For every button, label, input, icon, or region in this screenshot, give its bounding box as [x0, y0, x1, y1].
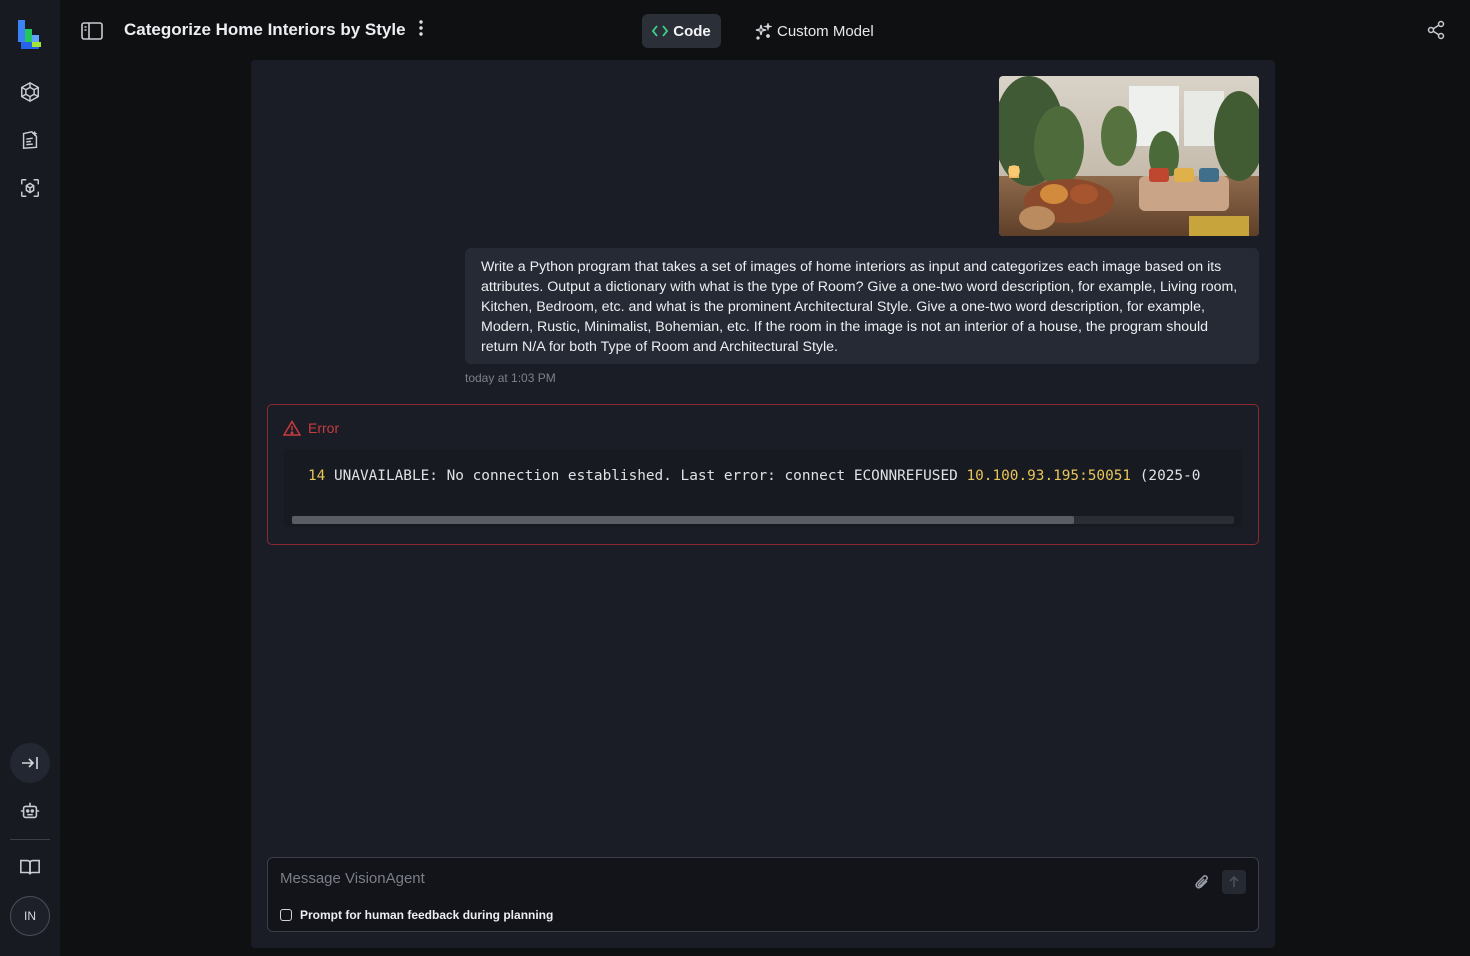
message-input[interactable]	[280, 870, 1180, 894]
app-logo[interactable]	[17, 19, 43, 51]
sidebar-item-scan[interactable]	[15, 173, 45, 203]
error-text: UNAVAILABLE: No connection established. …	[325, 468, 967, 484]
error-suffix: (2025-0	[1131, 468, 1201, 484]
conversation-panel: Write a Python program that takes a set …	[251, 60, 1275, 948]
left-rail: IN	[0, 0, 60, 956]
warning-icon	[283, 420, 301, 436]
error-panel: Error 14 UNAVAILABLE: No connection esta…	[267, 404, 1259, 545]
tab-code-label: Code	[673, 22, 711, 40]
scan-cube-icon	[21, 179, 39, 197]
scrollbar-thumb[interactable]	[292, 516, 1074, 524]
robot-icon	[20, 802, 40, 819]
human-feedback-option[interactable]: Prompt for human feedback during plannin…	[280, 908, 553, 922]
more-options-icon[interactable]	[413, 20, 429, 40]
rail-divider	[10, 839, 50, 840]
tab-custom-model[interactable]: Custom Model	[755, 14, 874, 48]
user-message: Write a Python program that takes a set …	[465, 248, 1259, 364]
tab-custom-model-label: Custom Model	[777, 22, 874, 40]
model-hexagon-icon	[21, 81, 39, 103]
message-composer: Prompt for human feedback during plannin…	[267, 857, 1259, 932]
page-title: Categorize Home Interiors by Style	[124, 20, 406, 39]
sidebar-toggle-icon[interactable]	[81, 21, 103, 41]
arrow-up-icon	[1229, 876, 1239, 887]
sidebar-item-agent[interactable]	[15, 125, 45, 155]
error-message: 14 UNAVAILABLE: No connection establishe…	[308, 468, 1200, 484]
tab-code[interactable]: Code	[642, 14, 721, 48]
horizontal-scrollbar[interactable]	[292, 516, 1234, 524]
error-address: 10.100.93.195:50051	[966, 468, 1132, 484]
code-icon	[652, 25, 669, 37]
error-title: Error	[308, 420, 340, 436]
top-bar: Categorize Home Interiors by Style Code …	[60, 0, 1470, 60]
book-icon	[20, 859, 40, 875]
uploaded-image[interactable]	[999, 76, 1259, 236]
agent-bot-button[interactable]	[15, 796, 45, 826]
error-code-number: 14	[308, 468, 326, 484]
expand-sidebar-button[interactable]	[10, 743, 50, 783]
user-avatar[interactable]: IN	[10, 896, 50, 936]
send-button[interactable]	[1222, 870, 1246, 894]
error-header: Error	[283, 420, 339, 436]
agent-document-icon	[22, 130, 38, 150]
docs-button[interactable]	[15, 852, 45, 882]
human-feedback-label: Prompt for human feedback during plannin…	[300, 908, 554, 922]
error-code-block[interactable]: 14 UNAVAILABLE: No connection establishe…	[284, 449, 1242, 527]
share-icon[interactable]	[1427, 20, 1445, 40]
message-timestamp: today at 1:03 PM	[465, 371, 556, 385]
sidebar-item-models[interactable]	[15, 77, 45, 107]
human-feedback-checkbox[interactable]	[280, 909, 292, 921]
interior-photo	[999, 76, 1259, 236]
paperclip-icon[interactable]	[1194, 873, 1210, 891]
expand-right-icon	[22, 757, 38, 769]
sparkle-icon	[755, 22, 772, 40]
